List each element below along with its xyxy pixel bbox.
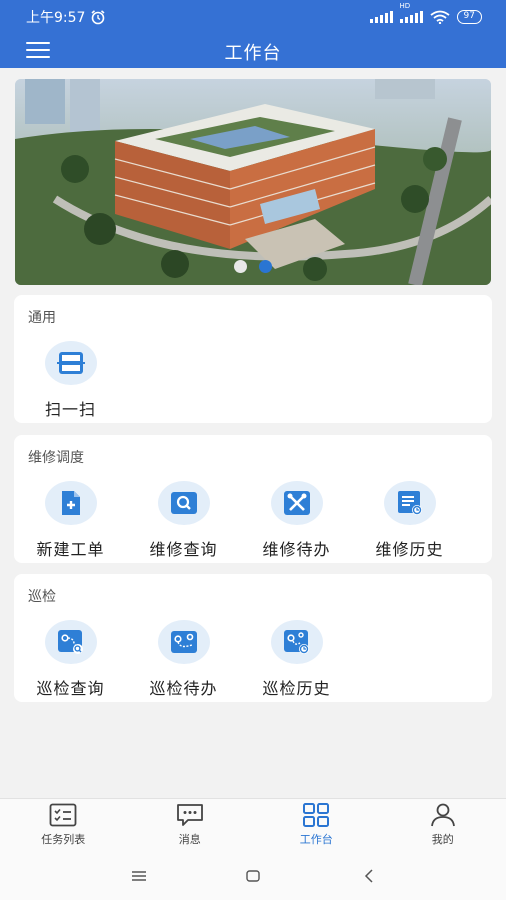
inspection-todo-button[interactable]: 巡检待办 [127, 620, 240, 699]
section-repair-dispatch: 维修调度 新建工单 维修查询 维修待办 维修历史 [14, 435, 492, 563]
inspection-search-button[interactable]: 巡检查询 [14, 620, 127, 699]
carousel-dot-1[interactable] [234, 260, 247, 273]
item-label: 巡检查询 [36, 679, 105, 698]
repair-search-button[interactable]: 维修查询 [127, 481, 240, 560]
carousel-dots [15, 260, 491, 273]
repair-history-button[interactable]: 维修历史 [353, 481, 466, 560]
item-label: 维修历史 [375, 540, 444, 559]
item-label: 新建工单 [36, 540, 105, 559]
new-order-icon [61, 491, 80, 515]
inspection-history-button[interactable]: 巡检历史 [240, 620, 353, 699]
wifi-icon [429, 10, 450, 24]
tab-workbench[interactable]: 工作台 [253, 799, 380, 852]
battery-indicator: 97 [456, 10, 482, 24]
task-list-icon [49, 803, 77, 827]
system-nav-bar [0, 852, 506, 900]
home-button[interactable] [242, 866, 264, 886]
page-title: 工作台 [224, 43, 282, 64]
back-button[interactable] [358, 866, 380, 886]
recent-apps-button[interactable] [128, 866, 150, 886]
inspection-search-icon [57, 630, 83, 654]
scan-icon [56, 352, 85, 374]
section-title: 巡检 [28, 589, 56, 605]
repair-history-icon [397, 491, 422, 515]
workbench-icon [303, 803, 330, 827]
home-square-icon [246, 870, 260, 882]
app-bar: 工作台 [0, 34, 506, 68]
section-title: 维修调度 [28, 450, 84, 466]
tab-messages[interactable]: 消息 [127, 799, 254, 852]
section-title: 通用 [28, 310, 56, 326]
building-illustration [15, 79, 491, 285]
profile-icon [430, 803, 455, 827]
item-label: 维修查询 [149, 540, 218, 559]
inspection-todo-icon [170, 631, 197, 653]
tab-label: 工作台 [299, 833, 333, 846]
item-label: 巡检待办 [149, 679, 218, 698]
message-icon [176, 804, 203, 826]
tab-label: 消息 [178, 833, 201, 846]
status-bar: 上午9:57 HD 97 [0, 0, 506, 34]
repair-search-icon [170, 492, 197, 514]
inspection-history-icon [283, 630, 309, 654]
tab-label: 任务列表 [41, 833, 86, 846]
scan-button[interactable]: 扫一扫 [14, 341, 127, 420]
item-label: 巡检历史 [262, 679, 331, 698]
banner-carousel[interactable] [15, 79, 491, 285]
tab-task-list[interactable]: 任务列表 [0, 799, 127, 852]
bottom-tab-bar: 任务列表 消息 工作台 我的 [0, 798, 506, 852]
new-order-button[interactable]: 新建工单 [14, 481, 127, 560]
signal-hd-icon: HD [399, 2, 423, 23]
repair-todo-button[interactable]: 维修待办 [240, 481, 353, 560]
back-chevron-icon [364, 869, 373, 883]
repair-tools-icon [283, 491, 310, 515]
tab-label: 我的 [431, 833, 454, 846]
tab-profile[interactable]: 我的 [380, 799, 506, 852]
section-general: 通用 扫一扫 [14, 295, 492, 423]
alarm-icon [91, 10, 105, 25]
status-time: 上午9:57 [26, 10, 86, 26]
signal-icon [369, 11, 393, 23]
menu-lines-icon [132, 871, 146, 881]
item-label: 扫一扫 [44, 400, 96, 419]
carousel-dot-2[interactable] [259, 260, 272, 273]
section-inspection: 巡检 巡检查询 巡检待办 巡检历史 [14, 574, 492, 702]
item-label: 维修待办 [262, 540, 331, 559]
